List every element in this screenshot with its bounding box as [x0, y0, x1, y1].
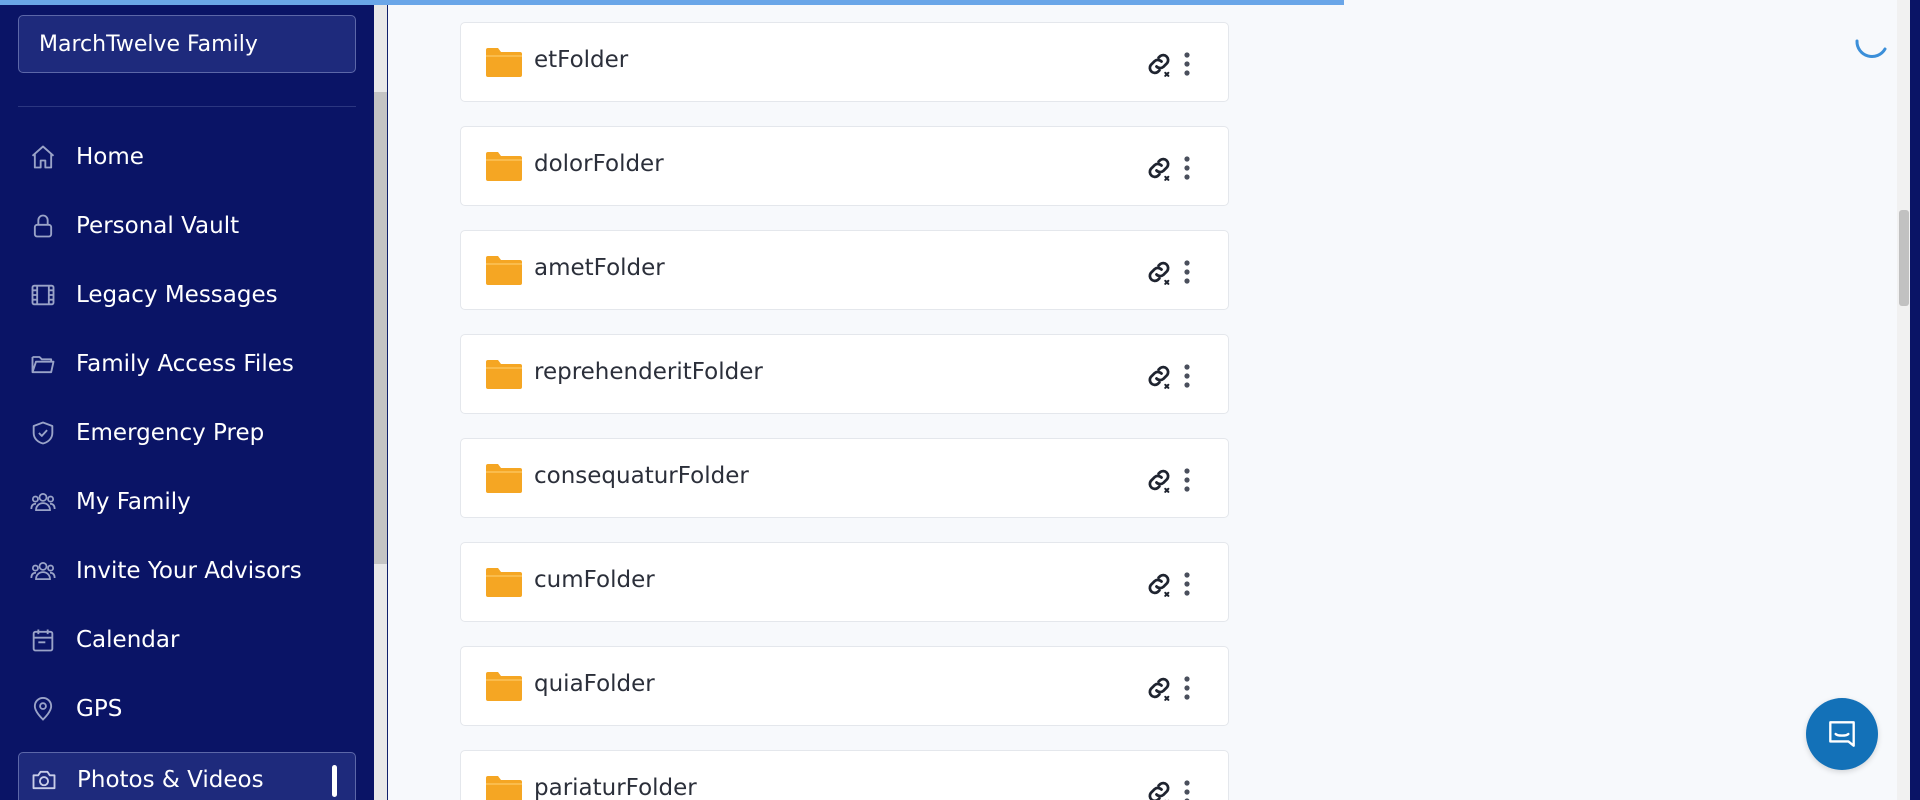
share-link-icon[interactable] — [1144, 257, 1174, 287]
folder-card[interactable]: consequaturFolder — [460, 438, 1229, 518]
folder-icon — [486, 256, 522, 285]
share-link-icon[interactable] — [1144, 361, 1174, 391]
sidebar-item-legacy-messages[interactable]: Legacy Messages — [0, 260, 374, 329]
sidebar-item-calendar[interactable]: Calendar — [0, 605, 374, 674]
folder-name: pariaturFolder — [534, 775, 697, 800]
lock-icon — [28, 211, 58, 241]
calendar-icon — [28, 625, 58, 655]
sidebar-item-home[interactable]: Home — [0, 122, 374, 191]
folder-name: quiaFolder — [534, 671, 655, 697]
sidebar-item-emergency-prep[interactable]: Emergency Prep — [0, 398, 374, 467]
share-link-icon[interactable] — [1144, 465, 1174, 495]
sidebar-item-label: Personal Vault — [76, 212, 240, 239]
share-link-icon[interactable] — [1144, 569, 1174, 599]
folder-name: cumFolder — [534, 567, 655, 593]
active-item-marker — [332, 765, 337, 797]
folder-card[interactable]: reprehenderitFolder — [460, 334, 1229, 414]
sidebar-item-photos-videos[interactable]: Photos & Videos — [18, 752, 356, 800]
share-link-icon[interactable] — [1144, 777, 1174, 800]
sidebar-item-personal-vault[interactable]: Personal Vault — [0, 191, 374, 260]
chat-icon — [1829, 721, 1855, 747]
share-link-icon[interactable] — [1144, 673, 1174, 703]
sidebar-scrollbar-thumb[interactable] — [374, 92, 387, 564]
family-switcher[interactable]: MarchTwelve Family — [18, 15, 356, 73]
folder-icon — [486, 48, 522, 77]
folder-icon — [486, 360, 522, 389]
folder-icon — [28, 349, 58, 379]
sidebar-item-gps[interactable]: GPS — [0, 674, 374, 743]
right-edge-panel — [1910, 0, 1920, 800]
more-options-icon[interactable] — [1177, 49, 1197, 79]
folder-name: ametFolder — [534, 255, 665, 281]
folder-card[interactable]: ametFolder — [460, 230, 1229, 310]
chat-launcher-button[interactable] — [1806, 698, 1878, 770]
more-options-icon[interactable] — [1177, 569, 1197, 599]
sidebar-item-label: Family Access Files — [76, 350, 294, 377]
more-options-icon[interactable] — [1177, 361, 1197, 391]
sidebar-item-label: Home — [76, 143, 144, 170]
shield-icon — [28, 418, 58, 448]
sidebar-item-family-access-files[interactable]: Family Access Files — [0, 329, 374, 398]
sidebar-item-invite-advisors[interactable]: Invite Your Advisors — [0, 536, 374, 605]
sidebar: MarchTwelve Family Home Personal Vault L… — [0, 0, 374, 800]
main-scrollbar-thumb[interactable] — [1899, 210, 1909, 306]
folder-name: consequaturFolder — [534, 463, 749, 489]
sidebar-item-label: Emergency Prep — [76, 419, 265, 446]
folder-icon — [486, 464, 522, 493]
folder-card[interactable]: pariaturFolder — [460, 750, 1229, 800]
users-icon — [28, 487, 58, 517]
folder-name: etFolder — [534, 47, 629, 73]
home-icon — [28, 142, 58, 172]
map-pin-icon — [28, 694, 58, 724]
more-options-icon[interactable] — [1177, 257, 1197, 287]
sidebar-item-my-family[interactable]: My Family — [0, 467, 374, 536]
page-loading-progress-bar — [0, 0, 1344, 5]
camera-icon — [29, 765, 59, 795]
sidebar-item-label: Photos & Videos — [77, 767, 264, 793]
folder-icon — [486, 672, 522, 701]
folder-name: reprehenderitFolder — [534, 359, 763, 385]
folder-card[interactable]: etFolder — [460, 22, 1229, 102]
folder-icon — [486, 152, 522, 181]
sidebar-item-label: GPS — [76, 695, 123, 722]
main-content: etFolder dolorFolder ametFolder reprehender… — [388, 0, 1897, 800]
more-options-icon[interactable] — [1177, 777, 1197, 800]
folder-name: dolorFolder — [534, 151, 664, 177]
sidebar-item-label: My Family — [76, 488, 191, 515]
sidebar-item-label: Calendar — [76, 626, 180, 653]
folder-card[interactable]: cumFolder — [460, 542, 1229, 622]
main-scrollbar-track[interactable] — [1897, 0, 1910, 800]
film-icon — [28, 280, 58, 310]
more-options-icon[interactable] — [1177, 673, 1197, 703]
folder-card[interactable]: dolorFolder — [460, 126, 1229, 206]
sidebar-nav: Home Personal Vault Legacy Messages Fami… — [0, 122, 374, 743]
loading-spinner — [1855, 39, 1887, 59]
more-options-icon[interactable] — [1177, 465, 1197, 495]
folder-icon — [486, 568, 522, 597]
sidebar-item-label: Invite Your Advisors — [76, 557, 302, 584]
folder-card[interactable]: quiaFolder — [460, 646, 1229, 726]
more-options-icon[interactable] — [1177, 153, 1197, 183]
family-name: MarchTwelve Family — [39, 31, 258, 57]
sidebar-item-label: Legacy Messages — [76, 281, 278, 308]
share-link-icon[interactable] — [1144, 153, 1174, 183]
users-icon — [28, 556, 58, 586]
share-link-icon[interactable] — [1144, 49, 1174, 79]
folder-icon — [486, 776, 522, 800]
sidebar-divider — [18, 106, 356, 107]
